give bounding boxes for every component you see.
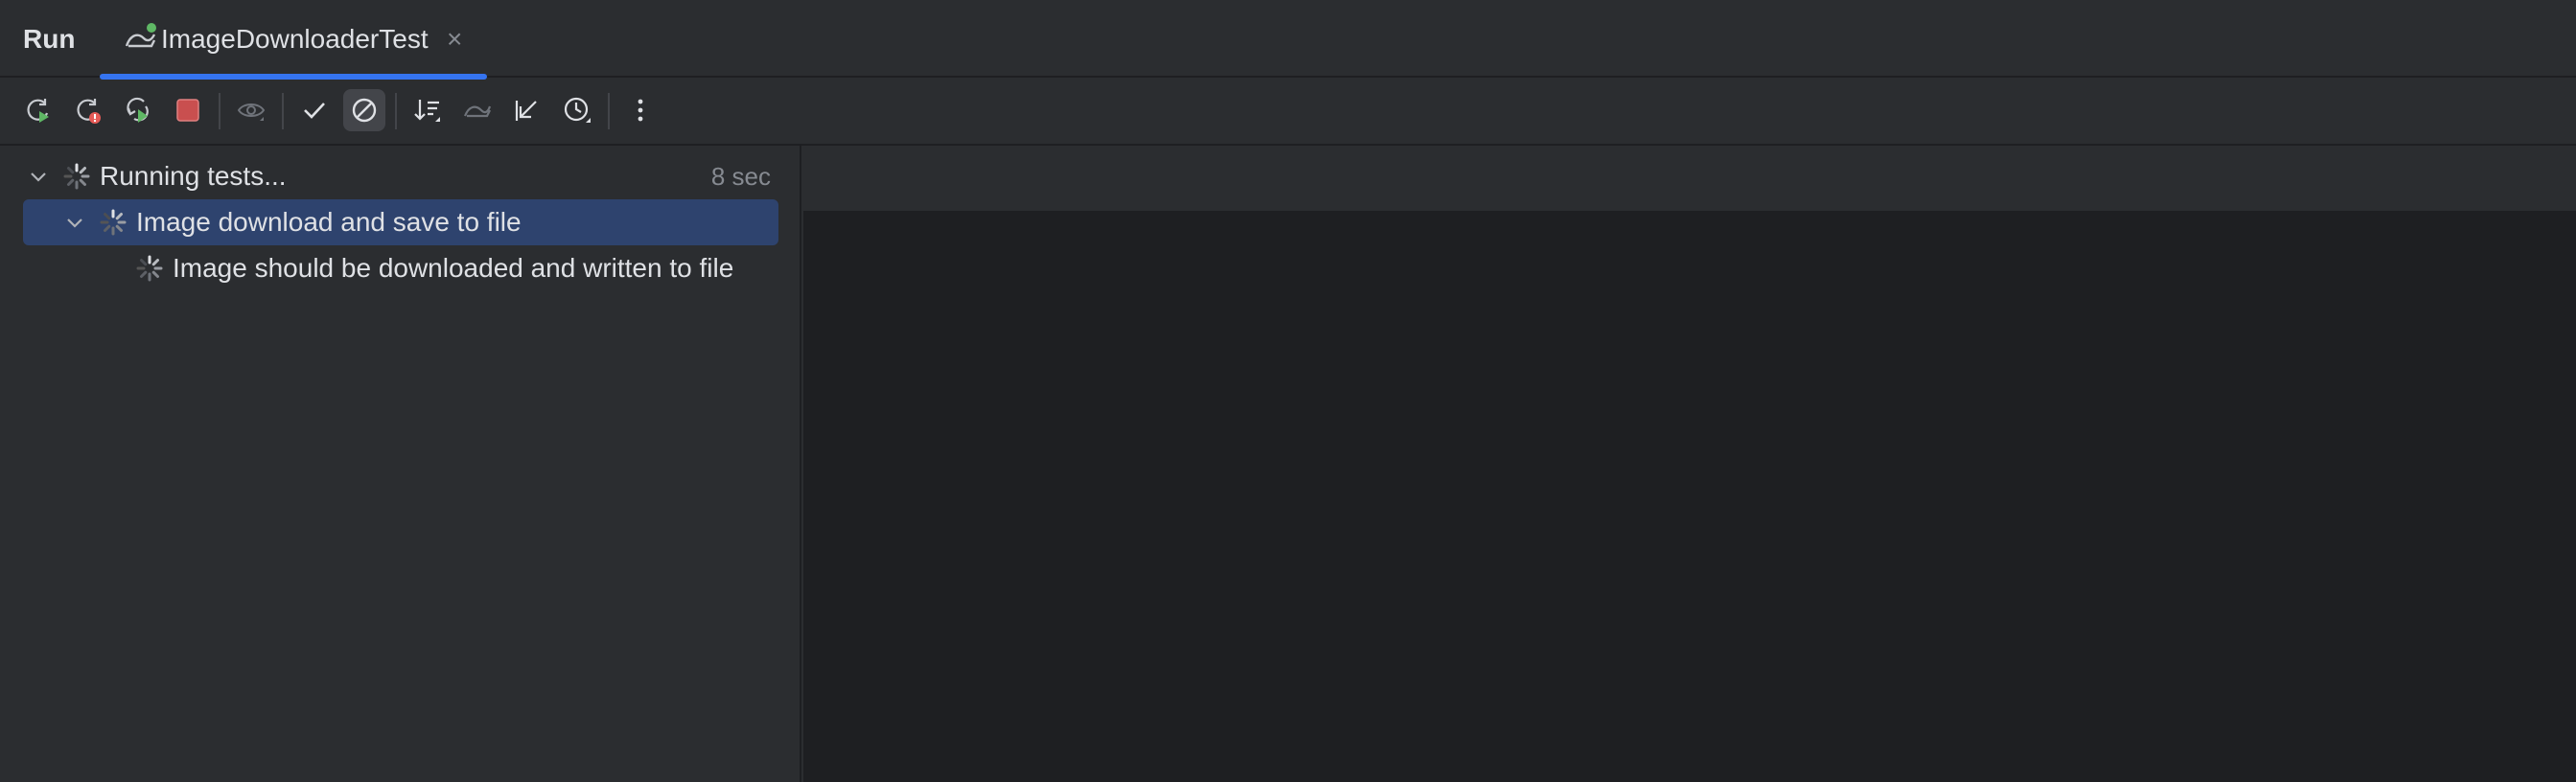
arrow-down-left-icon [515, 101, 537, 121]
show-passed-button[interactable] [293, 89, 336, 131]
tree-node-test[interactable]: Image should be downloaded and written t… [23, 245, 778, 291]
more-vertical-icon [638, 99, 643, 122]
run-toolbar [0, 78, 2576, 146]
spinner-icon [136, 255, 163, 282]
eye-icon [237, 104, 266, 121]
run-tool-window-header: Run ImageDownloaderTest × [0, 0, 2576, 80]
toolbar-separator [219, 93, 220, 129]
stop-icon [176, 99, 199, 122]
collapse-button[interactable] [506, 89, 548, 131]
check-icon [304, 103, 325, 119]
tab-image-downloader-test[interactable]: ImageDownloaderTest × [100, 0, 487, 80]
spinner-icon [63, 163, 90, 190]
tree-node-suite[interactable]: Image download and save to file [23, 199, 778, 245]
tab-title: ImageDownloaderTest [161, 24, 429, 54]
toolbar-separator [395, 93, 397, 129]
sort-button[interactable] [406, 89, 449, 131]
more-button[interactable] [619, 89, 661, 131]
toggle-auto-test-button[interactable] [117, 89, 159, 131]
toolbar-separator [282, 93, 284, 129]
test-tree: Running tests... 8 sec Image download an… [0, 146, 801, 782]
spinner-icon [100, 209, 127, 236]
close-icon[interactable]: × [447, 23, 462, 56]
show-ignored-button[interactable] [230, 89, 272, 131]
rerun-failed-icon [77, 99, 101, 124]
auto-test-icon [127, 97, 149, 123]
toolbar-separator [608, 93, 610, 129]
tree-node-label: Image should be downloaded and written t… [173, 253, 734, 283]
ban-icon [352, 98, 377, 123]
tree-node-label: Image download and save to file [136, 207, 522, 237]
stop-button[interactable] [167, 89, 209, 131]
console-header [803, 146, 2576, 211]
chevron-down-icon[interactable] [27, 165, 50, 188]
rerun-button[interactable] [17, 89, 59, 131]
import-tests-button[interactable] [456, 89, 499, 131]
console-output[interactable] [803, 146, 2576, 782]
rerun-failed-button[interactable] [67, 89, 109, 131]
chevron-down-icon[interactable] [63, 211, 86, 234]
duration-label: 8 sec [710, 162, 771, 191]
show-ignored-tests-button[interactable] [343, 89, 385, 131]
sort-icon [414, 100, 440, 122]
rerun-icon [27, 99, 49, 123]
tool-window-title: Run [23, 24, 76, 54]
tree-node-root[interactable]: Running tests... 8 sec [23, 153, 778, 199]
history-button[interactable] [556, 89, 598, 131]
history-clock-icon [564, 97, 591, 123]
tree-node-label: Running tests... [100, 161, 287, 191]
import-icon [463, 105, 492, 118]
kotest-run-icon [123, 21, 159, 54]
